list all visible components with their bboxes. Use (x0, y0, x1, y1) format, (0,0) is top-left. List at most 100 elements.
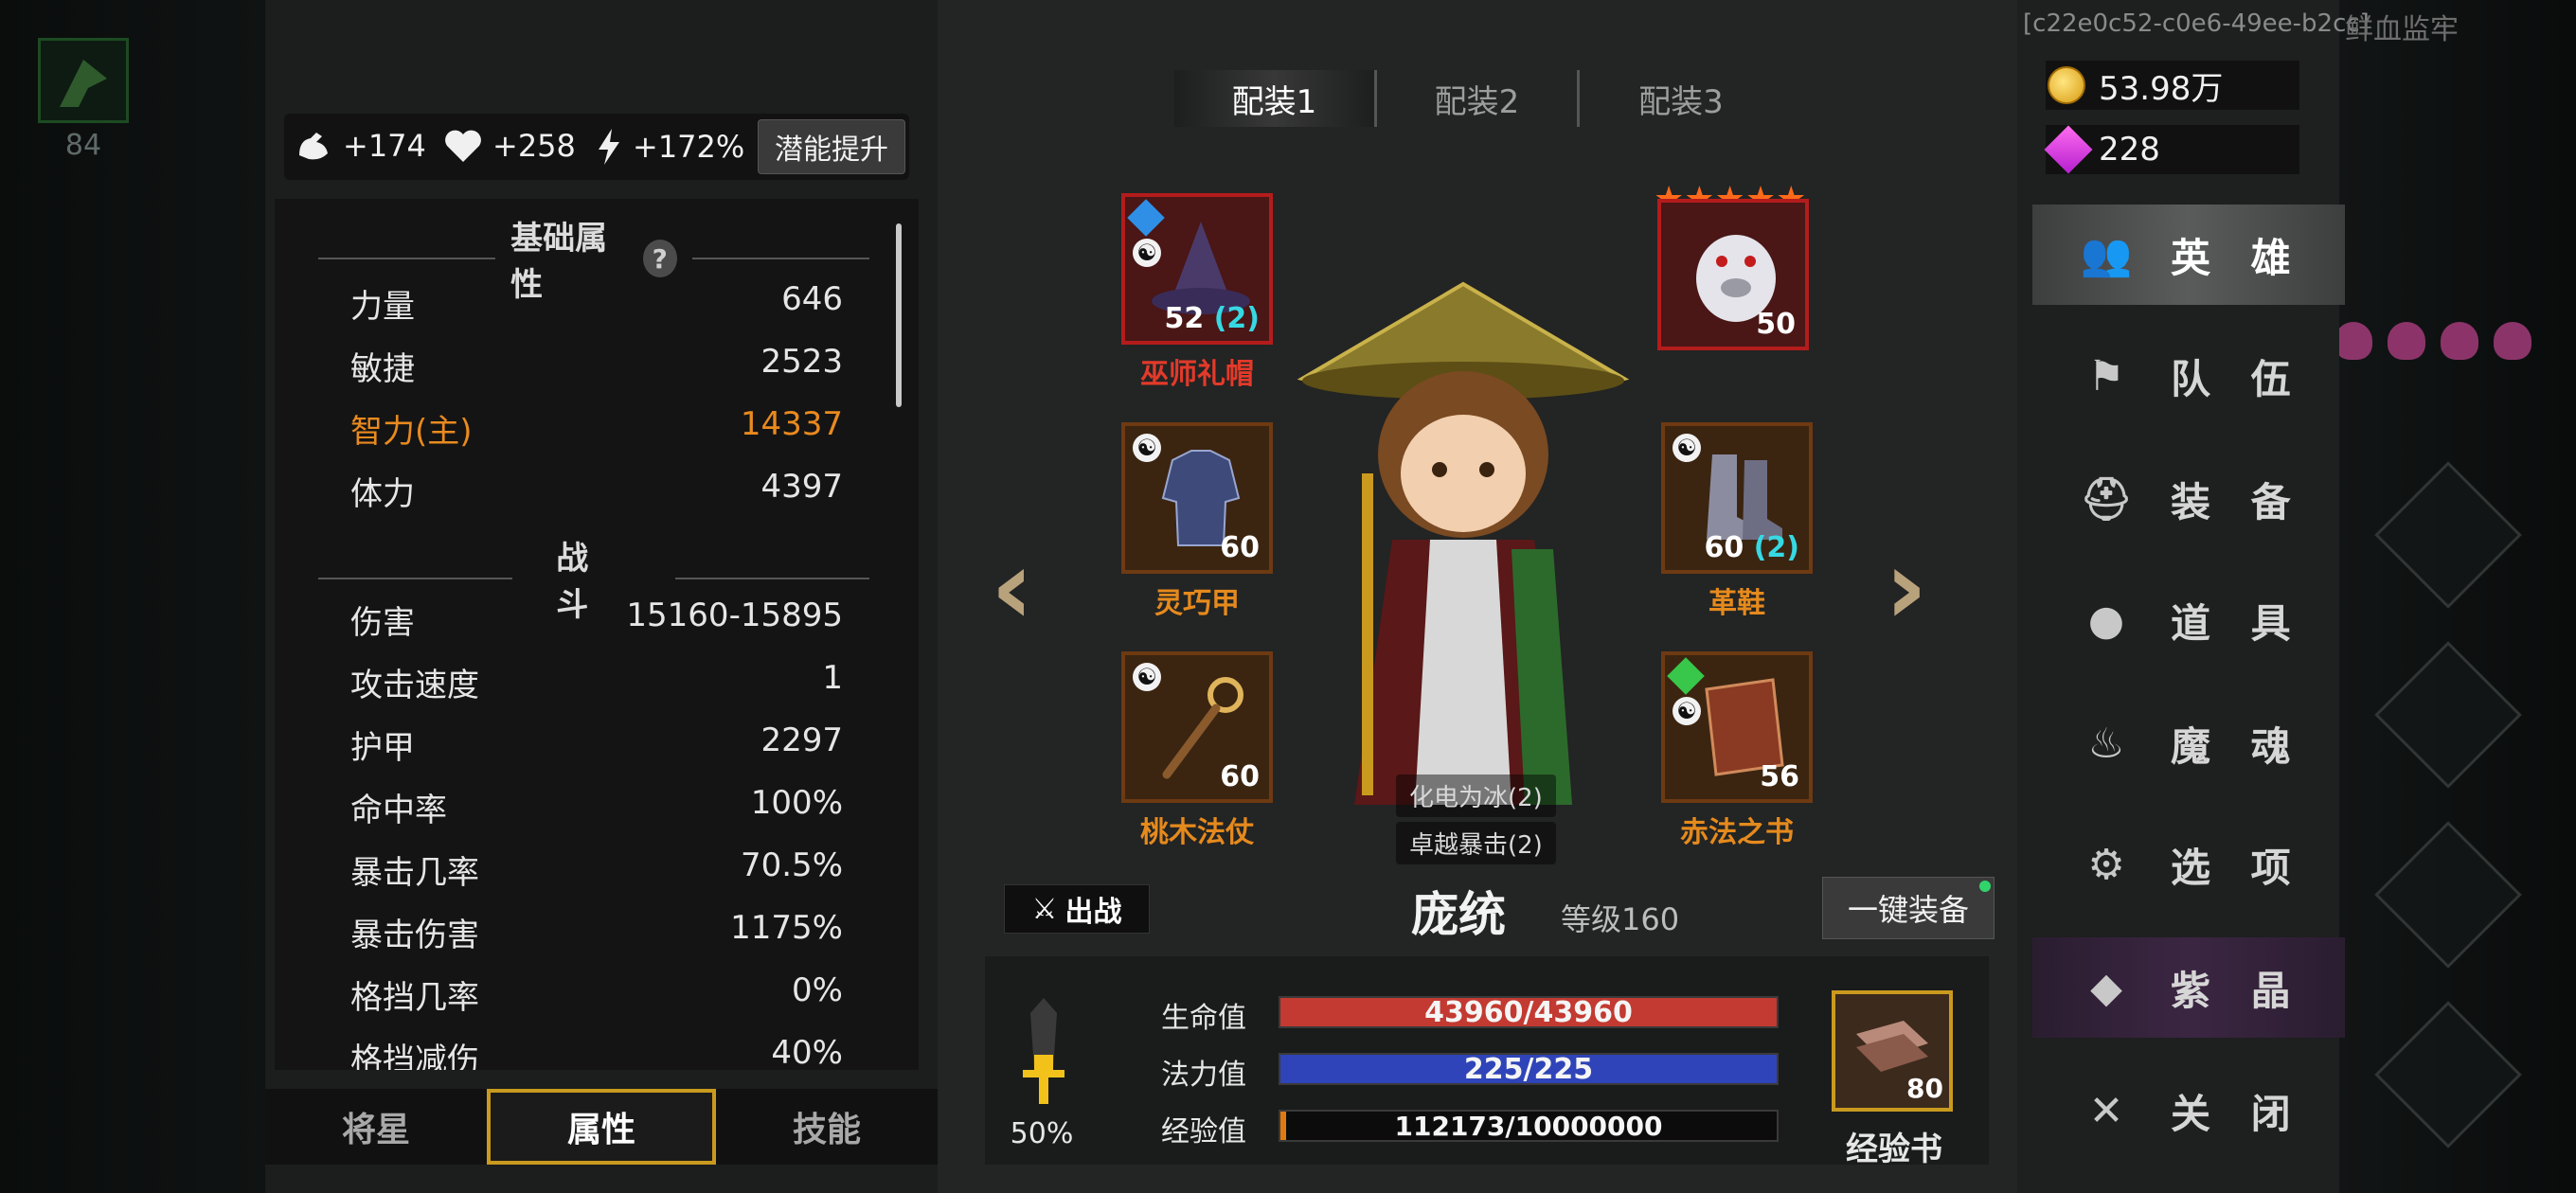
attr-value: 1175% (730, 909, 843, 947)
next-hero-arrow[interactable]: › (1885, 526, 1927, 648)
menu-close[interactable]: ✕ 关 闭 (2032, 1060, 2345, 1161)
attr-row-block-reduction: 格挡减伤 40% (350, 1034, 843, 1070)
menu-label: 选 项 (2171, 844, 2304, 891)
hp-bar: 43960/43960 (1279, 996, 1779, 1029)
equip-slot-offhand[interactable]: ☯ 56 (1661, 651, 1813, 803)
mp-bar: 225/225 (1279, 1052, 1779, 1086)
equip-slot-hat[interactable]: ☯ 52 (2) (1121, 193, 1273, 345)
attr-value: 14337 (740, 405, 843, 443)
book-level: 56 (1760, 760, 1799, 793)
attr-label: 敏捷 (350, 350, 415, 388)
attr-label: 智力(主) (350, 413, 473, 451)
attr-value: 1 (822, 659, 843, 697)
attr-label: 护甲 (350, 729, 415, 767)
bird-icon (60, 60, 107, 107)
attr-row-crit-chance: 暴击几率 70.5% (350, 846, 843, 893)
attr-label: 格挡几率 (350, 979, 479, 1017)
yin-yang-icon: ☯ (1673, 434, 1701, 462)
location-label: 鲜血监牢 (2345, 13, 2459, 46)
attr-row-hit-rate: 命中率 100% (350, 784, 843, 830)
attribute-list[interactable]: 基础属性 ? 力量 646 敏捷 2523 智力(主) 14337 体力 439… (275, 199, 919, 1070)
help-icon[interactable]: ? (642, 240, 677, 277)
attribute-scrollbar[interactable] (896, 223, 902, 407)
attr-row-stamina: 体力 4397 (350, 468, 843, 514)
menu-amethyst[interactable]: ◆ 紫 晶 (2032, 937, 2345, 1038)
yin-yang-icon: ☯ (1673, 697, 1701, 725)
yin-yang-icon: ☯ (1133, 239, 1161, 267)
minimap[interactable] (38, 38, 129, 123)
attr-value: 70.5% (740, 846, 843, 884)
yin-yang-icon: ☯ (1133, 434, 1161, 462)
attribute-tabs: 将星 属性 技能 (265, 1089, 938, 1165)
people-icon: 👥 (2080, 231, 2133, 279)
menu-options[interactable]: ⚙ 选 项 (2032, 814, 2345, 915)
gem-display: 228 (2044, 125, 2299, 174)
attr-label: 体力 (350, 475, 415, 513)
flex-arm-icon (299, 133, 328, 160)
minimap-label: 84 (64, 129, 102, 162)
exp-value: 112173/10000000 (1394, 1110, 1663, 1142)
mp-label: 法力值 (1161, 1059, 1246, 1092)
attr-value: 646 (781, 280, 843, 318)
tab-attributes[interactable]: 属性 (487, 1089, 716, 1165)
set-effect-1: 化电为冰(2) (1396, 775, 1556, 817)
attr-row-block-chance: 格挡几率 0% (350, 971, 843, 1018)
attr-row-crit-damage: 暴击伤害 1175% (350, 909, 843, 955)
equip-slot-weapon[interactable]: ☯ 60 (1121, 651, 1273, 803)
sword-icon (1023, 998, 1064, 1104)
attr-value: 2297 (760, 721, 843, 759)
menu-equipment[interactable]: ⛑ 装 备 (2032, 449, 2345, 549)
attr-label: 暴击伤害 (350, 917, 479, 954)
energy-bonus-value: +172% (633, 129, 745, 165)
tab-loadout-3[interactable]: 配装3 (1580, 70, 1782, 127)
lightning-icon (599, 129, 619, 165)
equip-slot-boots[interactable]: ☯ 60 (2) (1661, 422, 1813, 574)
deploy-button[interactable]: ⚔ 出战 (1004, 884, 1150, 934)
attr-row-attack-speed: 攻击速度 1 (350, 659, 843, 705)
previous-hero-arrow[interactable]: ‹ (991, 526, 1033, 648)
skull-icon (2494, 322, 2531, 360)
purple-gem-icon (2044, 125, 2093, 174)
strength-bonus-value: +174 (343, 128, 426, 164)
armor-level: 60 (1220, 531, 1260, 564)
gold-display: 53.98万 (2046, 61, 2299, 110)
attr-label: 暴击几率 (350, 854, 479, 892)
exp-book-slot[interactable]: 80 (1832, 990, 1953, 1112)
staff-level: 60 (1220, 760, 1260, 793)
potential-upgrade-button[interactable]: 潜能提升 (758, 119, 905, 174)
staff-name: 桃木法仗 (1140, 816, 1254, 849)
tab-stars[interactable]: 将星 (265, 1089, 487, 1165)
attr-row-agility: 敏捷 2523 (350, 343, 843, 389)
pet-slot[interactable]: 50 (1657, 199, 1809, 350)
attr-label: 攻击速度 (350, 667, 479, 704)
exp-bar: 112173/10000000 (1279, 1110, 1779, 1142)
crossed-swords-icon: ⚔ (1031, 892, 1058, 926)
tab-skills[interactable]: 技能 (716, 1089, 938, 1165)
exp-book-count: 80 (1906, 1073, 1943, 1104)
tab-loadout-2[interactable]: 配装2 (1377, 70, 1580, 127)
yin-yang-icon: ☯ (1133, 663, 1161, 691)
game-screen: 84 +174 +258 +172% 潜能提升 基础属性 ? 力量 646 敏捷… (0, 0, 2576, 1193)
menu-hero[interactable]: 👥 英 雄 (2032, 205, 2345, 305)
gem-amount: 228 (2099, 131, 2160, 169)
mp-value: 225/225 (1463, 1052, 1594, 1086)
equip-slot-armor[interactable]: ☯ 60 (1121, 422, 1273, 574)
auto-equip-button[interactable]: 一键装备 (1822, 877, 1995, 939)
menu-label: 魔 魂 (2171, 722, 2304, 770)
menu-label: 紫 晶 (2171, 967, 2304, 1014)
flame-icon: ♨ (2087, 719, 2125, 768)
menu-items[interactable]: ● 道 具 (2032, 570, 2345, 670)
book-name: 赤法之书 (1680, 816, 1794, 849)
boots-level: 60 (2) (1704, 531, 1800, 564)
attr-label: 格挡减伤 (350, 1042, 479, 1070)
menu-team[interactable]: ⚑ 队 伍 (2032, 326, 2345, 426)
flag-icon: ⚑ (2087, 351, 2125, 401)
tab-loadout-1[interactable]: 配装1 (1174, 70, 1377, 127)
hero-level: 等级160 (1561, 901, 1680, 937)
session-id: [c22e0c52-c0e6-49ee-b2cc] (2023, 9, 2370, 38)
attr-row-armor: 护甲 2297 (350, 721, 843, 768)
attr-value: 4397 (760, 468, 843, 506)
gear-icon: ⚙ (2087, 840, 2125, 889)
menu-soul[interactable]: ♨ 魔 魂 (2032, 693, 2345, 793)
divider (674, 578, 870, 579)
